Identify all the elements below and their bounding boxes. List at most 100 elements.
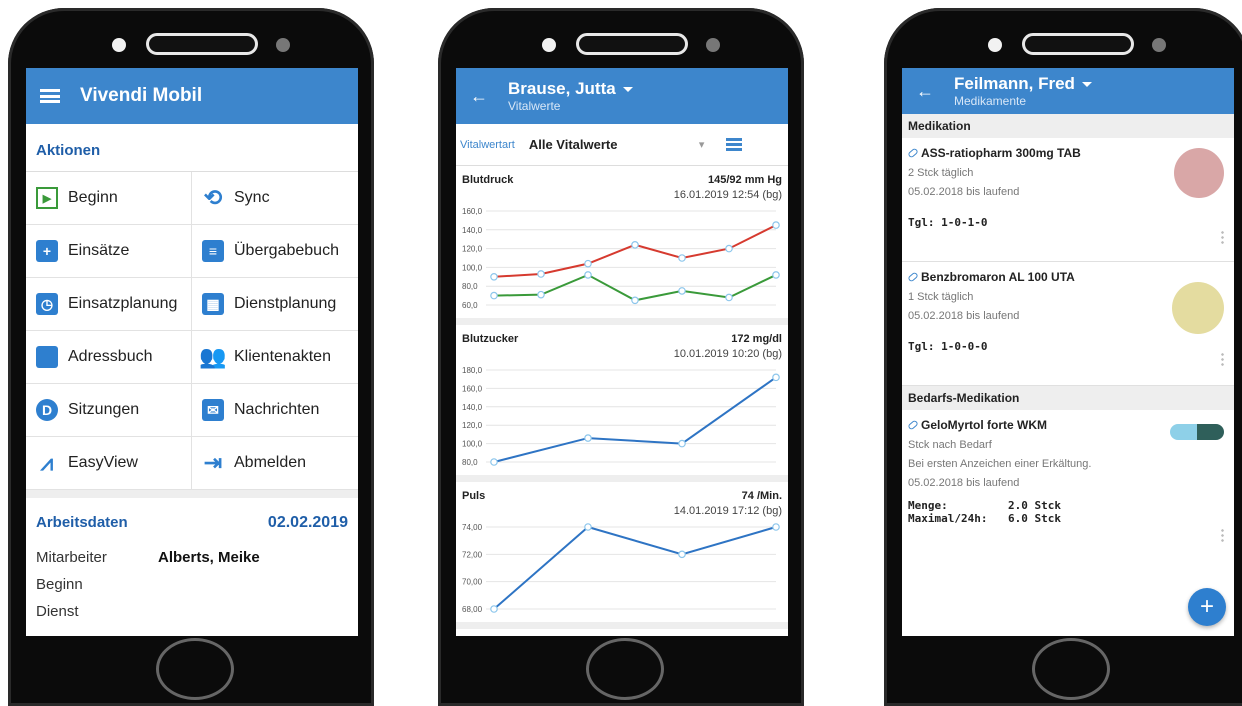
action-dienstplanung[interactable]: ▦ Dienstplanung bbox=[192, 278, 358, 331]
data-point bbox=[537, 270, 545, 278]
roster-icon: ▦ bbox=[202, 293, 224, 315]
sensor-icon bbox=[276, 38, 290, 52]
qty-label: Menge: bbox=[908, 499, 948, 512]
y-tick-label: 180,0 bbox=[462, 366, 483, 375]
data-point bbox=[490, 605, 498, 613]
action-nachrichten[interactable]: ✉ Nachrichten bbox=[192, 384, 358, 437]
med-name: GeloMyrtol forte WKM bbox=[921, 418, 1047, 432]
blutzucker-chart: 180,0 160,0 140,0 120,0 100,0 80,0 bbox=[462, 366, 780, 467]
dropdown-caret-icon bbox=[622, 87, 633, 93]
vital-card-blutzucker[interactable]: Blutzucker 172 mg/dl 10.01.2019 10:20 (bg… bbox=[456, 325, 788, 482]
home-button[interactable] bbox=[156, 638, 234, 700]
phone-frame-home: Vivendi Mobil Aktionen ▶ Beginn ⟲ Sync + Ei… bbox=[8, 8, 374, 706]
meds-screen: ← Feilmann, Fred Medikamente Medikation … bbox=[902, 68, 1234, 636]
y-tick-label: 70,00 bbox=[462, 578, 483, 587]
y-tick-label: 68,00 bbox=[462, 605, 483, 614]
logout-icon: ⇥ bbox=[203, 450, 223, 475]
max-label: Maximal/24h: bbox=[908, 512, 988, 525]
y-tick-label: 140,0 bbox=[462, 226, 483, 235]
work-value: Alberts, Meike bbox=[158, 549, 260, 566]
vital-name: Blutdruck bbox=[462, 174, 514, 186]
data-point bbox=[725, 293, 733, 302]
data-point bbox=[490, 458, 498, 466]
vital-name: Blutzucker bbox=[462, 333, 519, 345]
filter-select[interactable]: Alle Vitalwerte bbox=[523, 137, 699, 152]
vital-card-puls[interactable]: Puls 74 /Min. 14.01.2019 17:12 (bg) 74,00… bbox=[456, 482, 788, 629]
action-label: Übergabebuch bbox=[234, 242, 339, 259]
more-vert-icon[interactable] bbox=[1221, 528, 1224, 542]
patient-name: Feilmann, Fred bbox=[954, 74, 1075, 93]
capsule-image bbox=[1170, 424, 1224, 440]
vital-card-blutdruck[interactable]: Blutdruck 145/92 mm Hg 16.01.2019 12:54 (… bbox=[456, 166, 788, 325]
y-tick-label: 100,0 bbox=[462, 263, 483, 272]
action-label: EasyView bbox=[68, 454, 138, 471]
phone-frame-vitals: ← Brause, Jutta Vitalwerte Vitalwertart … bbox=[438, 8, 804, 706]
data-point bbox=[584, 259, 592, 268]
action-label: Klientenakten bbox=[234, 348, 331, 365]
prn-med-item[interactable]: GeloMyrtol forte WKM Stck nach Bedarf Be… bbox=[902, 410, 1234, 570]
more-vert-icon[interactable] bbox=[1221, 352, 1224, 366]
series-line bbox=[493, 525, 777, 610]
qty-value: 2.0 Stck bbox=[1008, 499, 1061, 512]
patient-selector[interactable]: Brause, Jutta bbox=[508, 79, 633, 99]
work-header: Arbeitsdaten 02.02.2019 bbox=[26, 498, 358, 544]
vital-date: 14.01.2019 17:12 (bg) bbox=[673, 505, 782, 517]
add-button[interactable]: + bbox=[1188, 588, 1226, 626]
action-abmelden[interactable]: ⇥ Abmelden bbox=[192, 437, 358, 490]
divider bbox=[26, 490, 358, 498]
med-frequency: Stck nach Bedarf bbox=[908, 439, 992, 451]
action-label: Sync bbox=[234, 189, 270, 206]
action-uebergabebuch[interactable]: ≡ Übergabebuch bbox=[192, 225, 358, 278]
pill-icon bbox=[907, 147, 919, 159]
action-sync[interactable]: ⟲ Sync bbox=[192, 172, 358, 225]
action-sitzungen[interactable]: D Sitzungen bbox=[26, 384, 192, 437]
home-button[interactable] bbox=[1032, 638, 1110, 700]
data-point bbox=[772, 271, 780, 279]
speaker-grille bbox=[576, 33, 688, 55]
data-point bbox=[772, 373, 780, 382]
action-easyview[interactable]: ⩘ EasyView bbox=[26, 437, 192, 490]
filter-label: Vitalwertart bbox=[460, 138, 515, 151]
data-point bbox=[537, 290, 545, 299]
data-point bbox=[772, 221, 780, 229]
more-vert-icon[interactable] bbox=[1221, 230, 1224, 244]
patient-selector[interactable]: Feilmann, Fred bbox=[954, 74, 1092, 94]
action-adressbuch[interactable]: Adressbuch bbox=[26, 331, 192, 384]
work-label: Mitarbeiter bbox=[36, 549, 107, 566]
app-bar: ← Feilmann, Fred Medikamente bbox=[902, 68, 1234, 114]
med-item[interactable]: ASS-ratiopharm 300mg TAB 2 Stck täglich … bbox=[902, 138, 1234, 262]
action-einsatzplanung[interactable]: ◷ Einsatzplanung bbox=[26, 278, 192, 331]
action-beginn[interactable]: ▶ Beginn bbox=[26, 172, 192, 225]
list-view-icon[interactable] bbox=[726, 137, 743, 152]
action-einsaetze[interactable]: + Einsätze bbox=[26, 225, 192, 278]
action-label: Einsatzplanung bbox=[68, 295, 178, 312]
screen-subtitle: Vitalwerte bbox=[508, 99, 561, 113]
document-icon: ≡ bbox=[202, 240, 224, 262]
speaker-grille bbox=[146, 33, 258, 55]
action-klientenakten[interactable]: 👥 Klientenakten bbox=[192, 331, 358, 384]
plus-icon: + bbox=[36, 240, 58, 262]
puls-chart: 74,00 72,00 70,00 68,00 bbox=[462, 523, 780, 614]
play-icon: ▶ bbox=[36, 187, 58, 209]
data-point bbox=[631, 241, 639, 249]
camera-icon bbox=[112, 38, 126, 52]
action-label: Nachrichten bbox=[234, 401, 320, 418]
back-arrow-icon[interactable]: ← bbox=[916, 81, 934, 102]
back-arrow-icon[interactable]: ← bbox=[470, 86, 488, 107]
hamburger-menu-icon[interactable] bbox=[40, 89, 60, 103]
select-caret-icon[interactable]: ▾ bbox=[699, 138, 705, 151]
app-bar: Vivendi Mobil bbox=[26, 68, 358, 124]
med-dose: Tgl: 1-0-1-0 bbox=[908, 216, 988, 229]
series-line bbox=[493, 376, 777, 463]
series-line bbox=[493, 224, 777, 278]
pill-image bbox=[1172, 282, 1224, 334]
data-point bbox=[678, 550, 686, 559]
data-point bbox=[584, 271, 592, 279]
home-button[interactable] bbox=[586, 638, 664, 700]
envelope-icon: ✉ bbox=[202, 399, 224, 421]
bookmark-icon bbox=[36, 346, 58, 368]
camera-icon bbox=[988, 38, 1002, 52]
med-item[interactable]: Benzbromaron AL 100 UTA 1 Stck täglich 0… bbox=[902, 262, 1234, 386]
vital-type-filter: Vitalwertart Alle Vitalwerte ▾ bbox=[456, 124, 788, 166]
chart-icon: ⩘ bbox=[40, 450, 54, 475]
